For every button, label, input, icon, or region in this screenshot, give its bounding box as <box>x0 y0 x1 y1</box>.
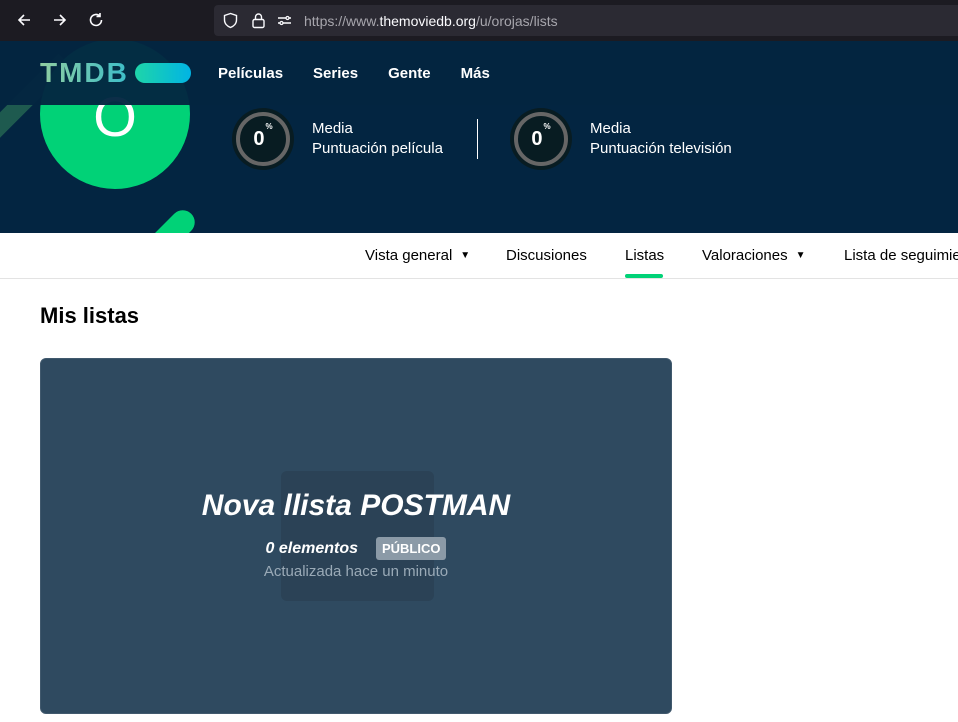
top-navigation: TMDB Películas Series Gente Más <box>0 41 958 105</box>
tab-listas[interactable]: Listas <box>625 247 664 264</box>
back-arrow-icon <box>17 14 30 26</box>
movie-score-unit: % <box>265 121 273 131</box>
list-updated-time: Actualizada hace un minuto <box>263 563 449 580</box>
movie-score-ring: 0% <box>232 108 294 170</box>
decorative-stripe-green <box>140 205 200 233</box>
main-menu: Películas Series Gente Más <box>218 65 490 82</box>
browser-toolbar: https://www.themoviedb.org/u/orojas/list… <box>0 0 958 41</box>
active-tab-indicator <box>625 274 663 278</box>
movie-score: 0% Media Puntuación película <box>232 108 443 170</box>
profile-header: O TMDB Películas Series Gente Más 0% Med… <box>0 41 958 233</box>
url-prefix: https://www. <box>304 13 380 29</box>
tab-vista-general[interactable]: Vista general ▼ <box>365 247 470 264</box>
list-title[interactable]: Nova llista POSTMAN <box>41 489 671 523</box>
menu-item-gente[interactable]: Gente <box>388 65 431 82</box>
movie-score-value: 0% <box>253 122 272 151</box>
movie-score-number: 0 <box>253 127 265 150</box>
menu-item-mas[interactable]: Más <box>461 65 490 82</box>
tab-valoraciones[interactable]: Valoraciones ▼ <box>702 247 806 264</box>
menu-item-series[interactable]: Series <box>313 65 358 82</box>
tv-score-value: 0% <box>531 122 550 151</box>
forward-arrow-icon <box>54 14 67 26</box>
movie-score-label-media: Media <box>312 120 353 137</box>
menu-item-peliculas[interactable]: Películas <box>218 65 283 82</box>
movie-score-label: Puntuación película <box>312 140 443 157</box>
tv-score-label: Puntuación televisión <box>590 140 732 157</box>
tv-score-label-media: Media <box>590 120 631 137</box>
url-host: themoviedb.org <box>379 13 476 29</box>
list-meta: 0 elementos PÚBLICO <box>41 537 671 560</box>
tv-score-ring: 0% <box>510 108 572 170</box>
tv-score-unit: % <box>543 121 551 131</box>
list-item-count: 0 elementos <box>265 539 358 557</box>
tab-valoraciones-label: Valoraciones <box>702 247 788 264</box>
logo-text: TMDB <box>40 57 129 88</box>
caret-down-icon: ▼ <box>460 250 471 261</box>
tab-discusiones[interactable]: Discusiones <box>506 247 587 264</box>
tab-lista-seguimiento[interactable]: Lista de seguimie <box>844 247 958 264</box>
back-button[interactable] <box>12 8 36 32</box>
tmdb-logo[interactable]: TMDB <box>40 59 191 87</box>
tv-score-labels: Media Puntuación televisión <box>590 119 732 159</box>
permissions-icon[interactable] <box>276 12 293 29</box>
caret-down-icon: ▼ <box>795 250 806 261</box>
logo-pill <box>134 63 191 83</box>
tv-score-number: 0 <box>531 127 543 150</box>
visibility-badge: PÚBLICO <box>375 537 447 560</box>
lock-icon[interactable] <box>250 12 267 29</box>
reload-button[interactable] <box>84 8 108 32</box>
movie-score-labels: Media Puntuación película <box>312 119 443 159</box>
tab-vista-general-label: Vista general <box>365 247 453 264</box>
forward-button[interactable] <box>48 8 72 32</box>
url-text[interactable]: https://www.themoviedb.org/u/orojas/list… <box>304 13 558 29</box>
shield-icon[interactable] <box>222 12 239 29</box>
reload-icon <box>89 13 103 27</box>
address-bar[interactable]: https://www.themoviedb.org/u/orojas/list… <box>214 5 958 36</box>
section-title: Mis listas <box>40 303 140 328</box>
tv-score: 0% Media Puntuación televisión <box>510 108 732 170</box>
url-path: /u/orojas/lists <box>475 13 558 29</box>
profile-subnav: Vista general ▼ Discusiones Listas Valora… <box>0 233 958 279</box>
score-divider <box>477 119 478 159</box>
list-card[interactable]: Nova llista POSTMAN 0 elementos PÚBLICO … <box>40 358 672 714</box>
